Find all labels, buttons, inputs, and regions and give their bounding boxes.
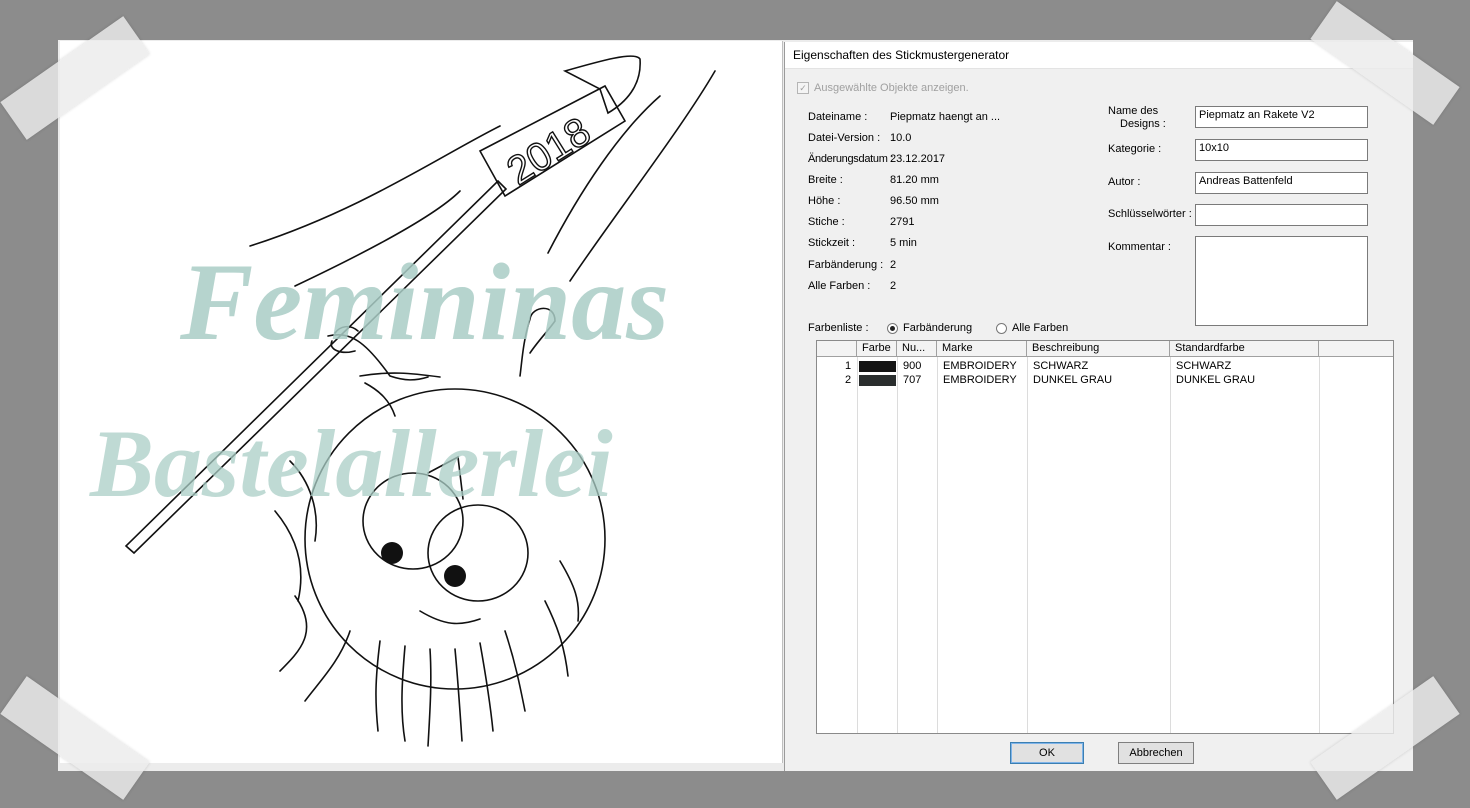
- color-list-label: Farbenliste :: [808, 322, 869, 334]
- speed-line: [249, 125, 501, 247]
- file-version-value: 10.0: [890, 132, 912, 144]
- design-name-field[interactable]: Piepmatz an Rakete V2: [1195, 106, 1368, 128]
- stitch-time-label: Stickzeit :: [808, 237, 856, 249]
- height-label: Höhe :: [808, 195, 841, 207]
- radio-color-change-label: Farbänderung: [903, 322, 973, 334]
- pupil-right: [444, 565, 466, 587]
- watermark-line-2: Bastelallerlei: [89, 410, 613, 517]
- row-brand: EMBROIDERY: [943, 360, 1017, 372]
- color-table: Farbe Nu... Marke Beschreibung Standardf…: [816, 340, 1394, 734]
- width-value: 81.20 mm: [890, 174, 939, 186]
- filename-label: Dateiname :: [808, 111, 868, 123]
- row-standard: DUNKEL GRAU: [1176, 374, 1256, 386]
- show-selected-label: Ausgewählte Objekte anzeigen.: [814, 82, 969, 94]
- header-brand[interactable]: Marke: [937, 341, 1027, 356]
- row-description: DUNKEL GRAU: [1033, 374, 1113, 386]
- radio-dot-icon: [887, 322, 898, 334]
- color-changes-value: 2: [890, 259, 897, 271]
- radio-all-colors[interactable]: Alle Farben: [996, 322, 1068, 334]
- table-row[interactable]: 2 707 EMBROIDERY DUNKEL GRAU DUNKEL GRAU: [817, 374, 1393, 387]
- filename-value: Piepmatz haengt an ...: [890, 111, 1001, 123]
- category-field[interactable]: 10x10: [1195, 139, 1368, 161]
- width-label: Breite :: [808, 174, 843, 186]
- dialog-titlebar: Eigenschaften des Stickmustergenerator: [785, 42, 1413, 69]
- properties-dialog: Eigenschaften des Stickmustergenerator ✓…: [784, 42, 1413, 771]
- checkmark-icon: ✓: [797, 82, 809, 94]
- cancel-button[interactable]: Abbrechen: [1118, 742, 1194, 764]
- radio-dot-icon: [996, 322, 1007, 334]
- stitches-label: Stiche :: [808, 216, 845, 228]
- row-description: SCHWARZ: [1033, 360, 1089, 372]
- embroidery-drawing: 2018 Femininas Bastelallerlei: [89, 55, 716, 747]
- ok-button[interactable]: OK: [1010, 742, 1084, 764]
- rocket-year-text: 2018: [499, 109, 598, 193]
- pupil-left: [381, 542, 403, 564]
- header-description[interactable]: Beschreibung: [1027, 341, 1170, 356]
- keywords-label: Schlüsselwörter :: [1108, 208, 1192, 220]
- modified-date-label: Änderungsdatum :: [808, 153, 894, 165]
- height-value: 96.50 mm: [890, 195, 939, 207]
- eye-right: [427, 504, 529, 602]
- color-changes-label: Farbänderung :: [808, 259, 884, 271]
- design-name-label-2: Designs :: [1120, 118, 1166, 130]
- row-number: 707: [903, 374, 922, 386]
- table-row[interactable]: 1 900 EMBROIDERY SCHWARZ SCHWARZ: [817, 360, 1393, 373]
- header-color[interactable]: Farbe: [857, 341, 897, 356]
- header-number[interactable]: Nu...: [897, 341, 937, 356]
- mouth: [419, 610, 481, 625]
- all-colors-value: 2: [890, 280, 897, 292]
- row-index: 2: [845, 374, 852, 386]
- modified-date-value: 23.12.2017: [890, 153, 946, 165]
- row-brand: EMBROIDERY: [943, 374, 1017, 386]
- radio-color-change[interactable]: Farbänderung: [887, 322, 972, 334]
- dialog-title: Eigenschaften des Stickmustergenerator: [793, 48, 1010, 62]
- watermark-line-1: Femininas: [179, 241, 669, 363]
- stitches-value: 2791: [890, 216, 915, 228]
- show-selected-checkbox[interactable]: ✓ Ausgewählte Objekte anzeigen.: [797, 82, 969, 94]
- comment-label: Kommentar :: [1108, 241, 1171, 253]
- color-swatch: [859, 375, 896, 386]
- author-label: Autor :: [1108, 176, 1141, 188]
- table-header: Farbe Nu... Marke Beschreibung Standardf…: [817, 341, 1393, 357]
- row-index: 1: [845, 360, 852, 372]
- keywords-field[interactable]: [1195, 204, 1368, 226]
- author-field[interactable]: Andreas Battenfeld: [1195, 172, 1368, 194]
- row-standard: SCHWARZ: [1176, 360, 1232, 372]
- header-index: [817, 341, 857, 356]
- row-number: 900: [903, 360, 922, 372]
- comment-field[interactable]: [1195, 236, 1368, 326]
- category-label: Kategorie :: [1108, 143, 1162, 155]
- radio-all-colors-label: Alle Farben: [1012, 322, 1069, 334]
- header-standard-color[interactable]: Standardfarbe: [1170, 341, 1319, 356]
- embroidery-preview: 2018 Femininas Bastelallerlei: [60, 41, 783, 763]
- stitch-time-value: 5 min: [890, 237, 917, 249]
- all-colors-label: Alle Farben :: [808, 280, 871, 292]
- rocket-tip: [562, 55, 641, 115]
- design-name-label-1: Name des: [1108, 105, 1159, 117]
- color-swatch: [859, 361, 896, 372]
- file-version-label: Datei-Version :: [808, 132, 881, 144]
